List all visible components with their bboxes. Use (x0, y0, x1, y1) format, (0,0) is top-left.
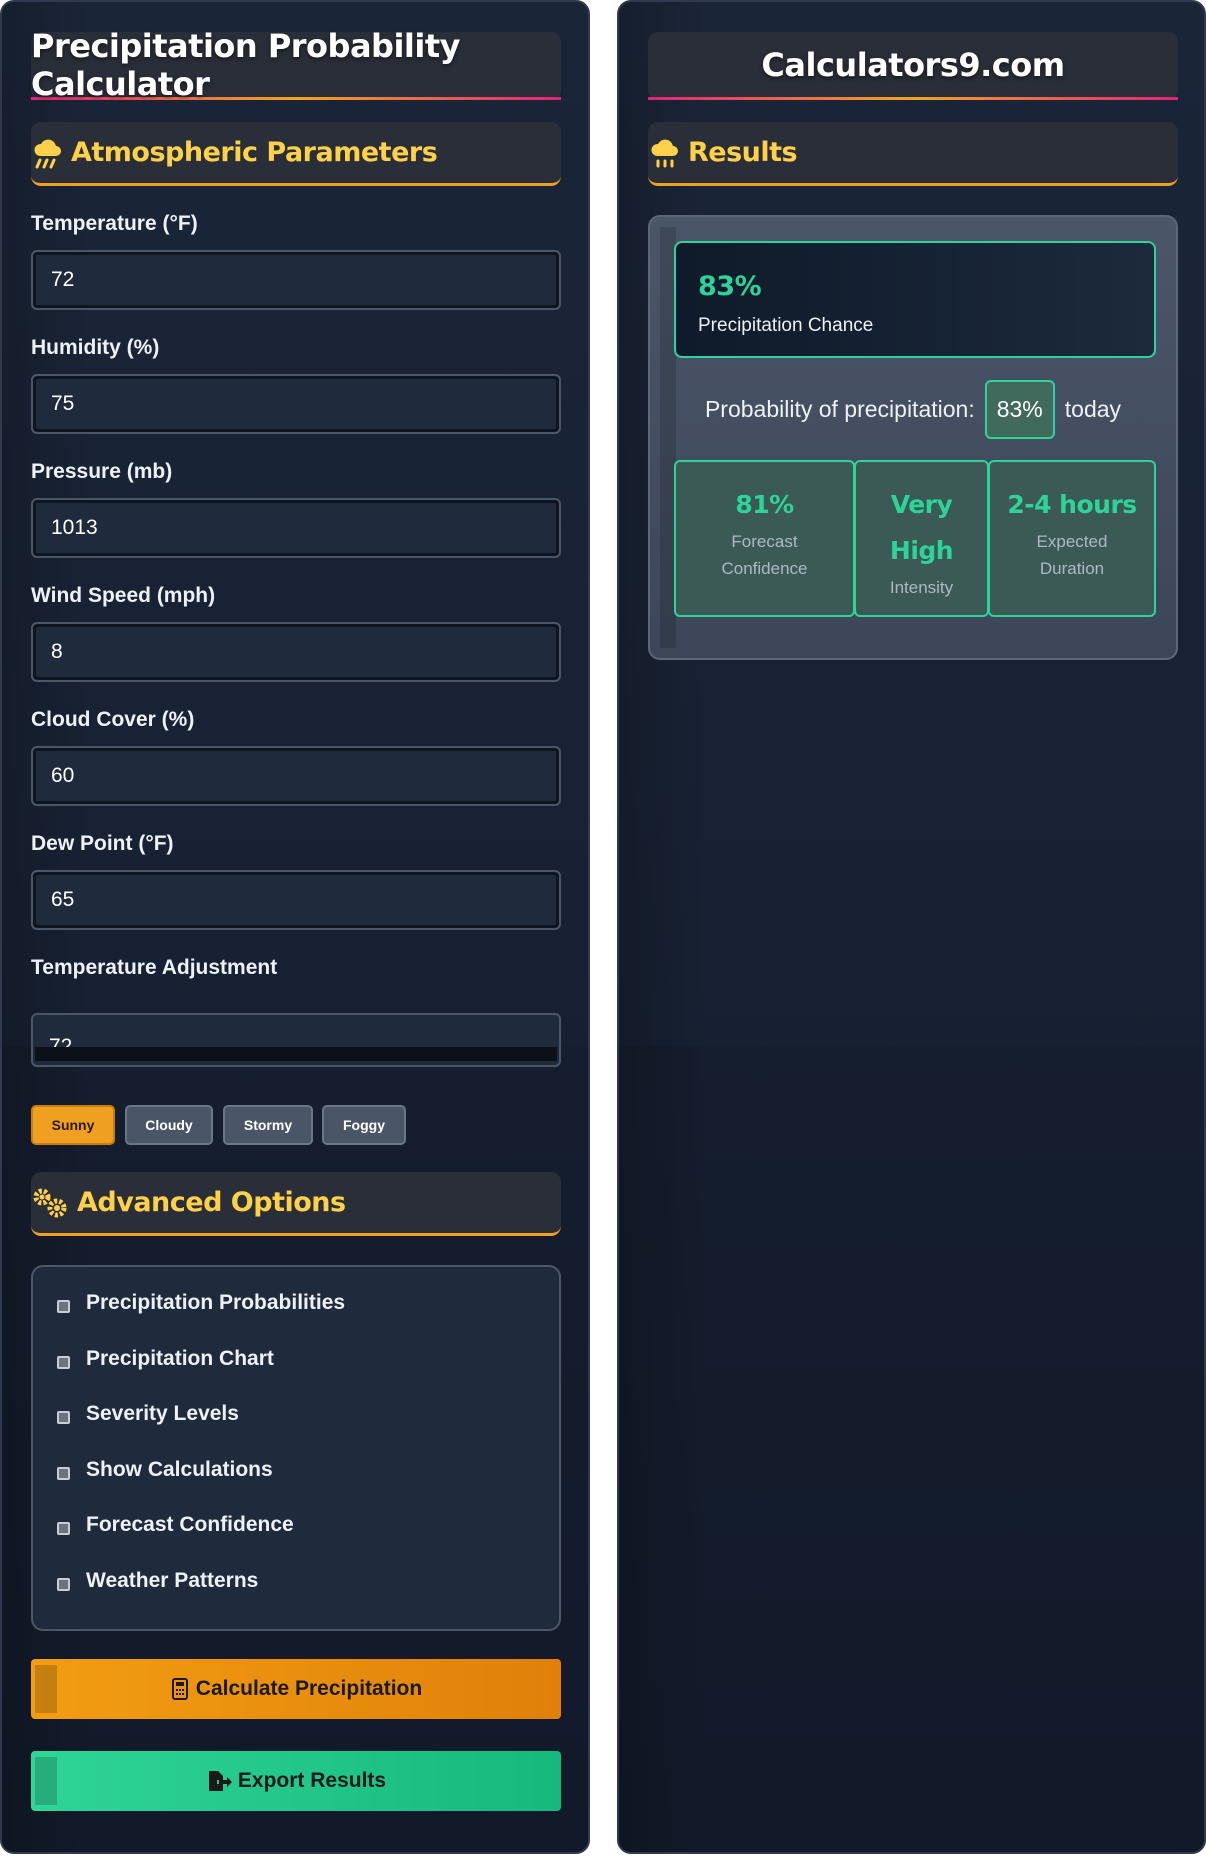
precipitation-chance-value: 83% (698, 271, 762, 302)
pressure-label: Pressure (mb) (31, 460, 173, 483)
checkbox[interactable] (57, 1355, 70, 1369)
advanced-options-heading: Advanced Options (31, 1172, 561, 1236)
temperature-adjustment-label: Temperature Adjustment (31, 956, 278, 979)
main-result: 83% Precipitation Chance (674, 241, 1156, 358)
calculator-title: Precipitation Probability Calculator (31, 27, 561, 103)
export-results-button[interactable]: Export Results (31, 1751, 561, 1811)
stat-value-line2: High (889, 536, 954, 565)
stat-label-line2: Duration (1039, 559, 1105, 578)
checkbox[interactable] (57, 1299, 70, 1313)
wind-speed-input[interactable] (31, 622, 561, 682)
stat-label-line1: Expected (1036, 532, 1108, 551)
pressure-input[interactable] (31, 498, 561, 558)
site-title: Calculators9.com (648, 32, 1178, 100)
cloud-cover-input[interactable] (31, 746, 561, 806)
slider-track[interactable] (35, 1047, 557, 1061)
checkbox[interactable] (57, 1410, 70, 1424)
dew-point-label: Dew Point (°F) (31, 832, 174, 855)
option-label: Show Calculations (86, 1458, 273, 1481)
section-title: Results (688, 137, 798, 168)
section-title: Atmospheric Parameters (71, 137, 438, 168)
temperature-input[interactable] (31, 250, 561, 310)
checkbox[interactable] (57, 1521, 70, 1535)
temperature-adjustment-slider[interactable]: 72 (31, 1013, 561, 1067)
checkbox[interactable] (57, 1577, 70, 1591)
file-export-icon (208, 1771, 232, 1791)
page: Precipitation Probability Calculator Atm… (0, 0, 1206, 1856)
cloud-cover-label: Cloud Cover (%) (31, 708, 195, 731)
button-label: Calculate Precipitation (195, 1677, 423, 1700)
stat-forecast-confidence: 81% Forecast Confidence (674, 460, 855, 617)
option-precipitation-chart[interactable]: Precipitation Chart (57, 1347, 274, 1371)
humidity-input[interactable] (31, 374, 561, 434)
stat-value: 81% (735, 490, 794, 519)
stat-label-line2: Confidence (721, 559, 808, 578)
stat-label-line1: Forecast (731, 532, 798, 551)
option-label: Forecast Confidence (86, 1513, 294, 1536)
stat-label: Intensity (889, 578, 954, 597)
stat-value-line1: Very (890, 490, 953, 519)
stat-intensity: Very High Intensity (854, 460, 989, 617)
button-label: Export Results (237, 1769, 387, 1792)
dew-point-input[interactable] (31, 870, 561, 930)
advanced-options-list: Precipitation Probabilities Precipitatio… (31, 1265, 561, 1631)
precipitation-chance-label: Precipitation Chance (698, 315, 874, 336)
results-panel: Calculators9.com Results 83% Precipitati… (617, 0, 1206, 1854)
stat-value: 2-4 hours (1007, 490, 1137, 519)
section-title: Advanced Options (77, 1187, 346, 1218)
results-heading: Results (648, 122, 1178, 186)
stat-expected-duration: 2-4 hours Expected Duration (988, 460, 1156, 617)
humidity-label: Humidity (%) (31, 336, 160, 359)
preset-sunny-button[interactable]: Sunny (31, 1105, 115, 1145)
calculator-icon (171, 1678, 188, 1700)
sentence-suffix: today (1064, 396, 1122, 422)
preset-foggy-button[interactable]: Foggy (322, 1105, 406, 1145)
cloud-rain-icon (651, 139, 678, 167)
probability-badge: 83% (984, 380, 1055, 439)
gears-icon (33, 1188, 67, 1217)
sentence-prefix: Probability of precipitation: (704, 396, 975, 422)
calculator-panel: Precipitation Probability Calculator Atm… (0, 0, 590, 1854)
option-label: Precipitation Probabilities (86, 1291, 346, 1314)
option-show-calculations[interactable]: Show Calculations (57, 1458, 273, 1482)
preset-stormy-button[interactable]: Stormy (223, 1105, 313, 1145)
cloud-rain-icon (34, 139, 61, 168)
atmospheric-parameters-heading: Atmospheric Parameters (31, 122, 561, 186)
option-label: Precipitation Chart (86, 1347, 274, 1370)
probability-sentence: Probability of precipitation: 83% today (650, 380, 1176, 439)
option-severity-levels[interactable]: Severity Levels (57, 1402, 239, 1426)
option-label: Severity Levels (86, 1402, 239, 1425)
option-precipitation-probabilities[interactable]: Precipitation Probabilities (57, 1291, 345, 1315)
results-card: 83% Precipitation Chance Probability of … (648, 215, 1178, 660)
calculate-precipitation-button[interactable]: Calculate Precipitation (31, 1659, 561, 1719)
temperature-label: Temperature (°F) (31, 212, 198, 235)
option-forecast-confidence[interactable]: Forecast Confidence (57, 1513, 294, 1537)
preset-cloudy-button[interactable]: Cloudy (125, 1105, 213, 1145)
option-label: Weather Patterns (86, 1569, 259, 1592)
checkbox[interactable] (57, 1466, 70, 1480)
option-weather-patterns[interactable]: Weather Patterns (57, 1569, 258, 1593)
wind-speed-label: Wind Speed (mph) (31, 584, 216, 607)
